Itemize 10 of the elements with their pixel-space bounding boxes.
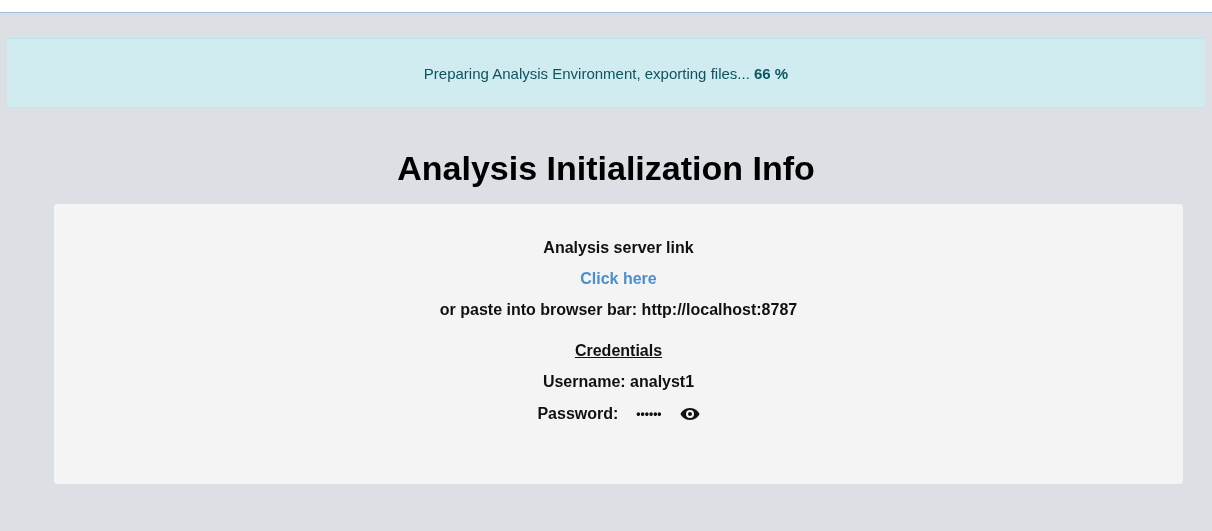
progress-message: Preparing Analysis Environment, exporting files... 66 % — [423, 64, 789, 82]
credentials-title: Credentials — [574, 341, 663, 361]
server-link[interactable]: Click here — [580, 263, 657, 294]
password-label: Password: — [537, 405, 619, 423]
paste-hint: or paste into browser bar: http://localhost:8787 — [439, 300, 798, 320]
page-heading: Analysis Initialization Info — [396, 148, 816, 188]
show-password-icon[interactable] — [679, 407, 700, 421]
username-text: Username: analyst1 — [542, 372, 695, 392]
link-title: Analysis server link — [543, 238, 694, 258]
password-value: •••••• — [636, 407, 662, 421]
